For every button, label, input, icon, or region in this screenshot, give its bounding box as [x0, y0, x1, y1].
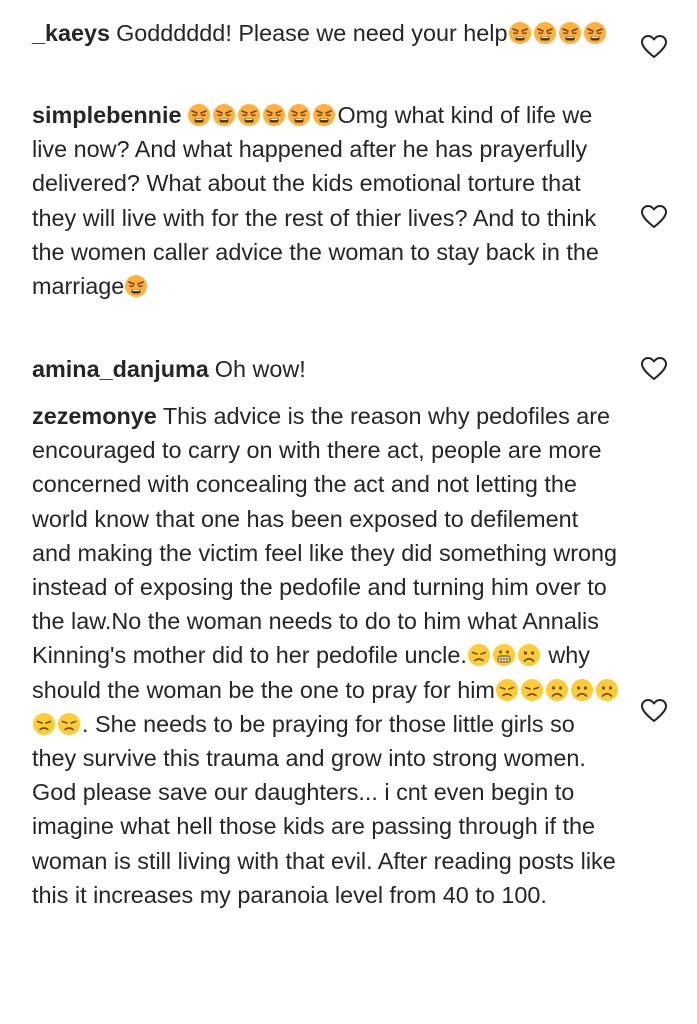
comment-username[interactable]: zezemonye — [32, 403, 157, 429]
angry-face-emoji-icon — [533, 21, 557, 45]
comment: simplebennie Omg what kind of life we liv… — [32, 98, 622, 303]
angry-face-emoji-icon — [508, 21, 532, 45]
comment-text: Oh wow! — [215, 356, 306, 382]
angry-face-emoji-icon — [124, 274, 148, 298]
unamused-face-emoji-icon — [32, 712, 56, 736]
grimace-face-emoji-icon — [492, 643, 516, 667]
comment-text: Godddddd! Please we need your help — [116, 20, 607, 46]
comment-username[interactable]: _kaeys — [32, 20, 110, 46]
comment-text-segment: Oh wow! — [214, 356, 306, 382]
angry-face-emoji-icon — [558, 21, 582, 45]
frown-face-emoji-icon — [595, 678, 619, 702]
comment: amina_danjuma Oh wow! — [32, 352, 622, 386]
unamused-face-emoji-icon — [520, 678, 544, 702]
angry-face-emoji-icon — [187, 103, 211, 127]
comments-list: _kaeys Godddddd! Please we need your help… — [0, 0, 697, 1024]
comment: zezemonye This advice is the reason why p… — [32, 399, 622, 912]
comment-text: This advice is the reason why pedofiles … — [32, 403, 620, 908]
frown-face-emoji-icon — [545, 678, 569, 702]
angry-face-emoji-icon — [287, 103, 311, 127]
unamused-face-emoji-icon — [57, 712, 81, 736]
comment: _kaeys Godddddd! Please we need your help — [32, 16, 622, 50]
frown-face-emoji-icon — [517, 643, 541, 667]
angry-face-emoji-icon — [237, 103, 261, 127]
comment-text-segment: Godddddd! Please we need your help — [116, 20, 508, 46]
angry-face-emoji-icon — [312, 103, 336, 127]
comment-text: Omg what kind of life we live now? And w… — [32, 102, 599, 299]
angry-face-emoji-icon — [583, 21, 607, 45]
comment-text-segment: . She needs to be praying for those litt… — [32, 710, 616, 908]
unamused-face-emoji-icon — [467, 643, 491, 667]
comment-text-segment: Omg what kind of life we live now? And w… — [32, 102, 599, 300]
like-heart-icon[interactable] — [641, 204, 667, 228]
comment-text-segment: This advice is the reason why pedofiles … — [32, 403, 618, 669]
angry-face-emoji-icon — [262, 103, 286, 127]
unamused-face-emoji-icon — [495, 678, 519, 702]
angry-face-emoji-icon — [212, 103, 236, 127]
frown-face-emoji-icon — [570, 678, 594, 702]
comment-username[interactable]: amina_danjuma — [32, 356, 209, 382]
like-heart-icon[interactable] — [641, 34, 667, 58]
like-heart-icon[interactable] — [641, 356, 667, 380]
like-heart-icon[interactable] — [641, 698, 667, 722]
comment-username[interactable]: simplebennie — [32, 102, 181, 128]
